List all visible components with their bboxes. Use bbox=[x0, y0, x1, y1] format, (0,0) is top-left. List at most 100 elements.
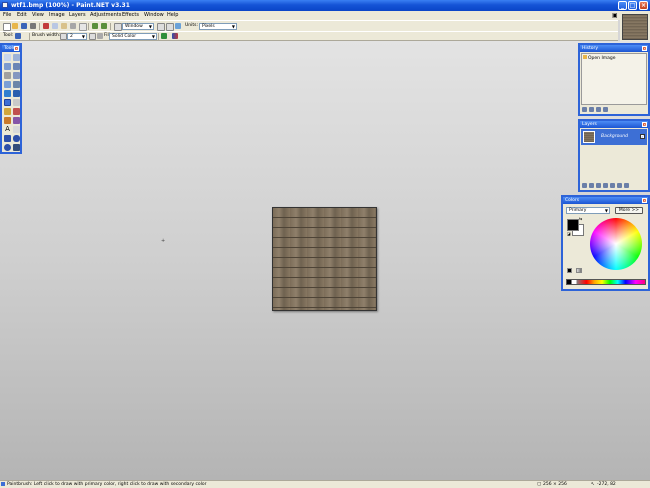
palette-options-icon[interactable] bbox=[576, 268, 582, 273]
minus-icon[interactable] bbox=[60, 33, 67, 40]
history-buttons bbox=[582, 107, 610, 112]
paste-icon[interactable] bbox=[61, 23, 67, 29]
lasso-icon[interactable] bbox=[4, 63, 11, 70]
duplicate-layer-icon[interactable] bbox=[596, 183, 601, 188]
antialiasing-icon[interactable] bbox=[161, 33, 167, 39]
text-tool-icon[interactable]: A bbox=[4, 126, 11, 133]
separator bbox=[29, 33, 30, 40]
pencil-icon[interactable] bbox=[4, 108, 11, 115]
redo-icon[interactable] bbox=[101, 23, 107, 29]
antialias-icon[interactable] bbox=[97, 33, 103, 39]
reset-colors-icon[interactable]: ◪ bbox=[567, 231, 571, 236]
crop-icon[interactable] bbox=[70, 23, 76, 29]
close-icon[interactable]: × bbox=[14, 46, 19, 51]
zoom-in-icon[interactable] bbox=[157, 23, 165, 31]
layer-row[interactable]: Background ✓ bbox=[581, 129, 647, 145]
eraser-icon[interactable] bbox=[13, 99, 20, 106]
layers-panel-title: Layers bbox=[582, 122, 597, 127]
zoom-out-icon[interactable] bbox=[166, 23, 174, 31]
image-thumbnail-strip bbox=[620, 12, 650, 41]
menu-image[interactable]: Image bbox=[49, 12, 65, 19]
move-up-icon[interactable] bbox=[610, 183, 615, 188]
history-item[interactable]: Open Image bbox=[583, 55, 616, 61]
zoom-icon[interactable] bbox=[114, 23, 122, 31]
save-icon[interactable] bbox=[21, 23, 27, 29]
paintbrush-tool-icon[interactable] bbox=[4, 99, 11, 106]
rounded-rectangle-icon[interactable] bbox=[13, 135, 20, 142]
color-picker-icon[interactable] bbox=[13, 108, 20, 115]
gradient-icon[interactable] bbox=[13, 90, 20, 97]
menu-file[interactable]: File bbox=[3, 12, 11, 19]
paintbrush-status-icon bbox=[1, 482, 5, 486]
blend-mode-icon[interactable] bbox=[172, 33, 178, 39]
separator bbox=[39, 23, 40, 30]
minimize-button[interactable]: _ bbox=[618, 1, 627, 10]
menu-window[interactable]: Window bbox=[144, 12, 164, 19]
more-colors-button[interactable]: More >> bbox=[615, 207, 643, 214]
menu-help[interactable]: Help bbox=[167, 12, 178, 19]
rewind-icon[interactable] bbox=[582, 107, 587, 112]
close-icon[interactable]: × bbox=[642, 122, 647, 127]
separator bbox=[88, 23, 89, 30]
merge-layer-icon[interactable] bbox=[603, 183, 608, 188]
color-wheel[interactable] bbox=[590, 218, 642, 270]
zoom-value: Window bbox=[125, 24, 143, 29]
swap-colors-icon[interactable]: ⇆ bbox=[579, 216, 582, 221]
menu-overflow-icon[interactable]: ▣ bbox=[612, 12, 618, 19]
move-down-icon[interactable] bbox=[617, 183, 622, 188]
ellipse-select-icon[interactable] bbox=[4, 72, 11, 79]
fast-forward-icon[interactable] bbox=[603, 107, 608, 112]
close-icon[interactable]: × bbox=[642, 46, 647, 51]
zoom-tool-icon[interactable] bbox=[13, 72, 20, 79]
primary-color-swatch[interactable] bbox=[567, 219, 579, 231]
zoom-dropdown[interactable]: Window ▼ bbox=[122, 23, 154, 30]
paintbrush-icon[interactable] bbox=[15, 33, 21, 39]
color-mode-dropdown[interactable]: Primary ▼ bbox=[566, 207, 610, 214]
pan-icon[interactable] bbox=[13, 81, 20, 88]
plus-icon[interactable] bbox=[89, 33, 96, 40]
undo-icon[interactable] bbox=[589, 107, 594, 112]
deselect-icon[interactable] bbox=[79, 23, 87, 31]
recolor-icon[interactable] bbox=[13, 117, 20, 124]
menu-effects[interactable]: Effects bbox=[122, 12, 139, 19]
grid-icon[interactable] bbox=[175, 23, 181, 29]
undo-icon[interactable] bbox=[92, 23, 98, 29]
redo-icon[interactable] bbox=[596, 107, 601, 112]
color-palette-strip[interactable] bbox=[566, 279, 646, 285]
add-layer-icon[interactable] bbox=[582, 183, 587, 188]
new-icon[interactable] bbox=[3, 23, 11, 31]
fill-dropdown[interactable]: Solid Color ▼ bbox=[109, 33, 157, 40]
palette-menu-icon[interactable] bbox=[567, 268, 572, 273]
close-icon[interactable]: × bbox=[642, 198, 647, 203]
menu-adjustments[interactable]: Adjustments bbox=[90, 12, 121, 19]
cut-icon[interactable] bbox=[43, 23, 49, 29]
move-selected-icon[interactable] bbox=[13, 63, 20, 70]
image-thumbnail[interactable] bbox=[622, 14, 648, 40]
menu-layers[interactable]: Layers bbox=[69, 12, 86, 19]
line-curve-icon[interactable] bbox=[13, 126, 20, 133]
brush-width-dropdown[interactable]: 2 ▼ bbox=[67, 33, 87, 40]
cursor-position: -272, 82 bbox=[597, 482, 616, 487]
paint-bucket-icon[interactable] bbox=[4, 90, 11, 97]
freeform-shape-icon[interactable] bbox=[13, 144, 20, 151]
print-icon[interactable] bbox=[30, 23, 36, 29]
rectangle-icon[interactable] bbox=[4, 135, 11, 142]
maximize-button[interactable]: □ bbox=[628, 1, 637, 10]
color-mode-value: Primary bbox=[569, 208, 587, 213]
menu-edit[interactable]: Edit bbox=[17, 12, 27, 19]
move-selection-icon[interactable] bbox=[13, 54, 20, 61]
image-canvas[interactable] bbox=[272, 207, 377, 311]
layers-panel-header: Layers × bbox=[580, 121, 648, 128]
magic-wand-icon[interactable] bbox=[4, 81, 11, 88]
rectangle-select-icon[interactable] bbox=[4, 54, 11, 61]
ellipse-icon[interactable] bbox=[4, 144, 11, 151]
delete-layer-icon[interactable] bbox=[589, 183, 594, 188]
copy-icon[interactable] bbox=[52, 23, 58, 29]
open-icon[interactable] bbox=[12, 23, 18, 29]
clone-stamp-icon[interactable] bbox=[4, 117, 11, 124]
layer-properties-icon[interactable] bbox=[624, 183, 629, 188]
menu-view[interactable]: View bbox=[32, 12, 44, 19]
close-button[interactable]: × bbox=[639, 1, 648, 10]
units-dropdown[interactable]: Pixels ▼ bbox=[199, 23, 237, 30]
layer-visibility-checkbox[interactable]: ✓ bbox=[640, 134, 645, 139]
